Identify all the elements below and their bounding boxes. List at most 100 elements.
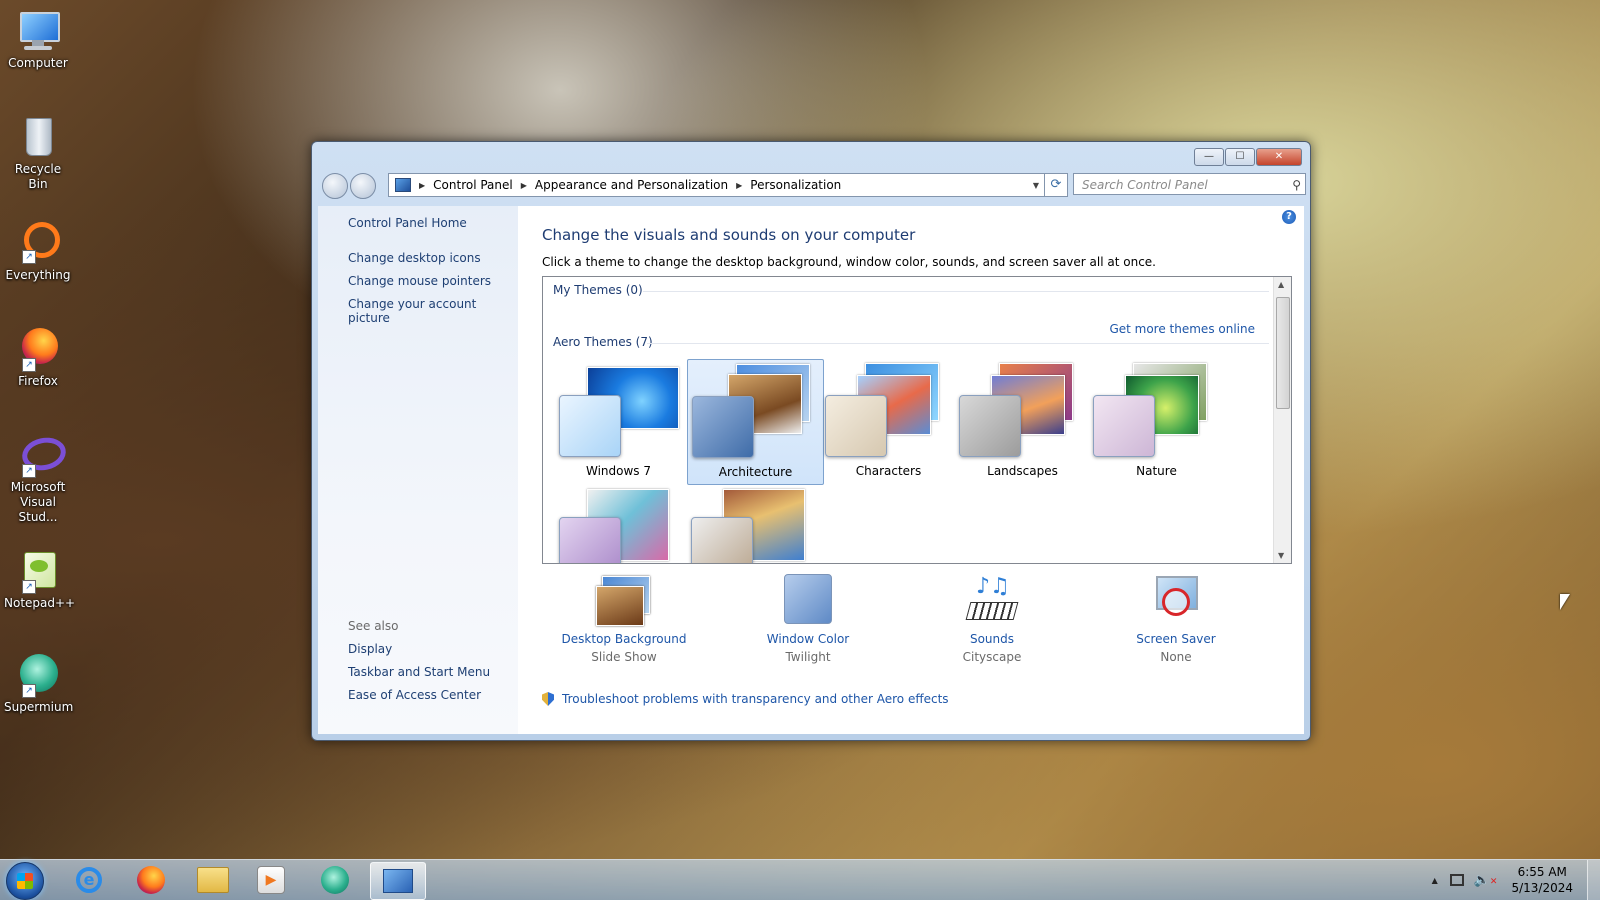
- search-icon[interactable]: ⚲: [1292, 174, 1301, 196]
- troubleshoot-aero-link[interactable]: Troubleshoot problems with transparency …: [542, 692, 949, 706]
- chevron-right-icon: ▶: [736, 180, 743, 190]
- scroll-down-icon[interactable]: ▼: [1278, 551, 1284, 560]
- desktop-icon-label: Everything: [5, 268, 71, 282]
- theme-nature[interactable]: Nature: [1089, 359, 1224, 483]
- theme-list[interactable]: My Themes (0) Get more themes online Aer…: [542, 276, 1292, 564]
- taskbar-media-player[interactable]: ▶: [244, 862, 298, 898]
- desktop-icon-everything[interactable]: ↗ Everything: [4, 220, 72, 283]
- sounds-icon: ♪♫: [962, 574, 1022, 626]
- visual-studio-icon: ↗: [16, 432, 69, 478]
- computer-icon: [16, 8, 60, 52]
- personalization-window: — ☐ ✕ ▶ Control Panel ▶ Appearance and P…: [311, 141, 1311, 741]
- clock[interactable]: 6:55 AM 5/13/2024: [1511, 864, 1573, 896]
- theme-name: Characters: [855, 464, 922, 478]
- chevron-down-icon[interactable]: ▼: [1033, 181, 1039, 190]
- screen-saver-icon: [1146, 574, 1206, 626]
- address-bar[interactable]: ▶ Control Panel ▶ Appearance and Persona…: [388, 173, 1046, 197]
- minimize-button[interactable]: —: [1194, 148, 1224, 166]
- troubleshoot-label: Troubleshoot problems with transparency …: [562, 692, 949, 706]
- sounds-value: Cityscape: [962, 650, 1022, 664]
- group-divider: [647, 343, 1269, 344]
- theme-partial-1[interactable]: [551, 487, 686, 563]
- theme-name: Architecture: [718, 465, 793, 479]
- theme-characters[interactable]: Characters: [821, 359, 956, 483]
- sounds-link[interactable]: Sounds: [922, 632, 1062, 646]
- theme-architecture[interactable]: Architecture: [687, 359, 824, 485]
- notepadpp-icon: ↗: [16, 548, 60, 594]
- theme-name: Nature: [1136, 464, 1177, 478]
- chevron-right-icon: ▶: [520, 180, 527, 190]
- control-panel-home-link[interactable]: Control Panel Home: [348, 216, 467, 230]
- scroll-thumb[interactable]: [1276, 297, 1290, 409]
- navigation-bar: ▶ Control Panel ▶ Appearance and Persona…: [318, 170, 1306, 200]
- get-more-themes-link[interactable]: Get more themes online: [1109, 322, 1255, 336]
- taskbar-firefox[interactable]: [124, 862, 178, 898]
- theme-list-scrollbar[interactable]: ▲ ▼: [1273, 277, 1291, 563]
- theme-landscapes[interactable]: Landscapes: [955, 359, 1090, 483]
- mouse-cursor-icon: [1560, 594, 1570, 610]
- taskbar-control-panel[interactable]: [370, 862, 426, 900]
- refresh-button[interactable]: ⟳: [1044, 173, 1068, 197]
- scroll-up-icon[interactable]: ▲: [1278, 280, 1284, 289]
- firefox-icon: [137, 866, 165, 894]
- sidebar: Control Panel Home Change desktop icons …: [318, 206, 518, 734]
- taskbar-supermium[interactable]: [308, 862, 362, 898]
- sounds-setting[interactable]: ♪♫ Sounds Cityscape: [922, 574, 1062, 664]
- screen-saver-link[interactable]: Screen Saver: [1106, 632, 1246, 646]
- clock-date: 5/13/2024: [1511, 881, 1573, 895]
- help-icon[interactable]: ?: [1282, 210, 1296, 224]
- network-icon[interactable]: [1449, 874, 1464, 886]
- taskbar-internet-explorer[interactable]: e: [62, 862, 116, 898]
- page-title: Change the visuals and sounds on your co…: [542, 226, 916, 244]
- firefox-icon: ↗: [16, 326, 60, 372]
- breadcrumb-appearance[interactable]: Appearance and Personalization: [535, 178, 728, 192]
- desktop-icon-visual-studio[interactable]: ↗ Microsoft Visual Stud...: [4, 432, 72, 525]
- supermium-icon: [321, 866, 349, 894]
- breadcrumb-personalization[interactable]: Personalization: [750, 178, 841, 192]
- supermium-icon: ↗: [16, 652, 60, 698]
- close-button[interactable]: ✕: [1256, 148, 1302, 166]
- desktop-background-icon: [594, 574, 654, 626]
- desktop-icon-recycle-bin[interactable]: Recycle Bin: [4, 114, 72, 192]
- screen-saver-setting[interactable]: Screen Saver None: [1106, 574, 1246, 664]
- desktop-background-setting[interactable]: Desktop Background Slide Show: [554, 574, 694, 664]
- windows-logo-icon: [17, 873, 33, 889]
- maximize-button[interactable]: ☐: [1225, 148, 1255, 166]
- back-button[interactable]: [322, 173, 348, 199]
- taskbar-start-menu-link[interactable]: Taskbar and Start Menu: [348, 665, 490, 679]
- show-hidden-icons-button[interactable]: ▲: [1432, 876, 1438, 885]
- taskbar: e ▶ ▲ 🔈✕ 6:55 AM 5/13/2024: [0, 859, 1600, 900]
- theme-color-swatch: [559, 395, 621, 457]
- change-desktop-icons-link[interactable]: Change desktop icons: [348, 251, 481, 265]
- forward-button[interactable]: [350, 173, 376, 199]
- window-color-setting[interactable]: Window Color Twilight: [738, 574, 878, 664]
- ease-of-access-link[interactable]: Ease of Access Center: [348, 688, 481, 702]
- display-link[interactable]: Display: [348, 642, 392, 656]
- start-button[interactable]: [6, 862, 44, 900]
- desktop-icon-label: Recycle Bin: [14, 162, 62, 191]
- window-color-value: Twilight: [785, 650, 831, 664]
- desktop-background-link[interactable]: Desktop Background: [554, 632, 694, 646]
- theme-windows-7[interactable]: Windows 7: [551, 359, 686, 483]
- theme-name: Windows 7: [585, 464, 651, 478]
- desktop-icon-computer[interactable]: Computer: [4, 8, 72, 71]
- desktop-icon-label: Notepad++: [4, 596, 76, 610]
- show-desktop-button[interactable]: [1587, 860, 1600, 900]
- theme-partial-2[interactable]: [687, 487, 822, 563]
- taskbar-explorer[interactable]: [186, 862, 240, 898]
- control-panel-icon: [395, 178, 411, 192]
- desktop-icon-firefox[interactable]: ↗ Firefox: [4, 326, 72, 389]
- shield-icon: [542, 692, 554, 706]
- group-divider: [643, 291, 1269, 292]
- change-mouse-pointers-link[interactable]: Change mouse pointers: [348, 274, 491, 288]
- theme-color-swatch: [825, 395, 887, 457]
- search-input[interactable]: Search Control Panel ⚲: [1073, 173, 1306, 195]
- desktop-icon-supermium[interactable]: ↗ Supermium: [4, 652, 73, 715]
- volume-muted-icon[interactable]: 🔈✕: [1474, 873, 1498, 888]
- change-account-picture-link[interactable]: Change your account picture: [348, 297, 518, 325]
- my-themes-heading: My Themes (0): [553, 283, 643, 297]
- see-also-heading: See also: [348, 619, 399, 633]
- window-color-link[interactable]: Window Color: [738, 632, 878, 646]
- desktop-icon-notepadpp[interactable]: ↗ Notepad++: [4, 548, 76, 611]
- breadcrumb-control-panel[interactable]: Control Panel: [433, 178, 513, 192]
